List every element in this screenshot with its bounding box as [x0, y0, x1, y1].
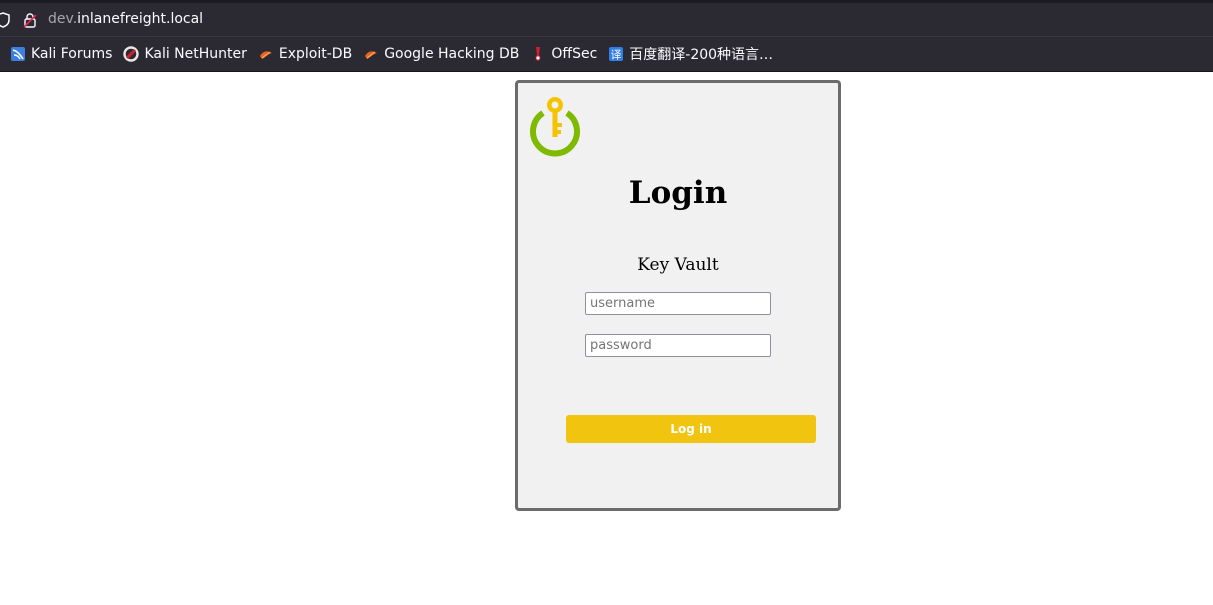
password-field[interactable] — [585, 334, 771, 357]
svg-text:译: 译 — [611, 49, 622, 62]
bookmark-label: 百度翻译-200种语言… — [629, 47, 774, 63]
bookmark-label: Google Hacking DB — [384, 46, 520, 62]
bookmarks-bar: Kali Forums Kali NetHunter Exploit-DB Go… — [0, 36, 1213, 72]
bookmark-baidu-translate[interactable]: 译 百度翻译-200种语言… — [608, 40, 778, 68]
bookmark-exploit-db[interactable]: Exploit-DB — [258, 40, 357, 68]
key-vault-logo-icon — [530, 97, 580, 157]
kali-nethunter-icon — [123, 46, 140, 62]
url-subdomain: dev. — [48, 11, 78, 27]
kali-forums-icon — [11, 47, 25, 61]
app-subtitle: Key Vault — [637, 255, 719, 275]
google-hacking-db-icon — [365, 51, 378, 59]
url-field[interactable]: dev.inlanefreight.local — [48, 11, 203, 27]
bookmark-google-hacking-db[interactable]: Google Hacking DB — [363, 40, 524, 68]
baidu-translate-icon: 译 — [609, 47, 624, 62]
lock-icon[interactable] — [22, 12, 38, 28]
address-bar: dev.inlanefreight.local — [0, 0, 1213, 36]
exploit-db-icon — [259, 51, 272, 59]
bookmark-offsec[interactable]: OffSec — [530, 40, 602, 68]
bookmark-label: OffSec — [551, 46, 598, 62]
login-card: Login Key Vault Log in — [515, 80, 841, 511]
username-field[interactable] — [585, 292, 771, 315]
url-domain: inlanefreight.local — [77, 11, 204, 27]
offsec-icon — [536, 47, 541, 61]
shield-icon[interactable] — [0, 12, 10, 28]
page-title: Login — [628, 175, 728, 211]
bookmark-label: Kali NetHunter — [144, 46, 247, 62]
bookmark-kali-nethunter[interactable]: Kali NetHunter — [123, 40, 251, 68]
bookmark-label: Exploit-DB — [278, 46, 353, 62]
bookmark-label: Kali Forums — [31, 46, 113, 62]
bookmark-kali-forums[interactable]: Kali Forums — [10, 40, 117, 68]
login-button[interactable]: Log in — [566, 415, 816, 443]
